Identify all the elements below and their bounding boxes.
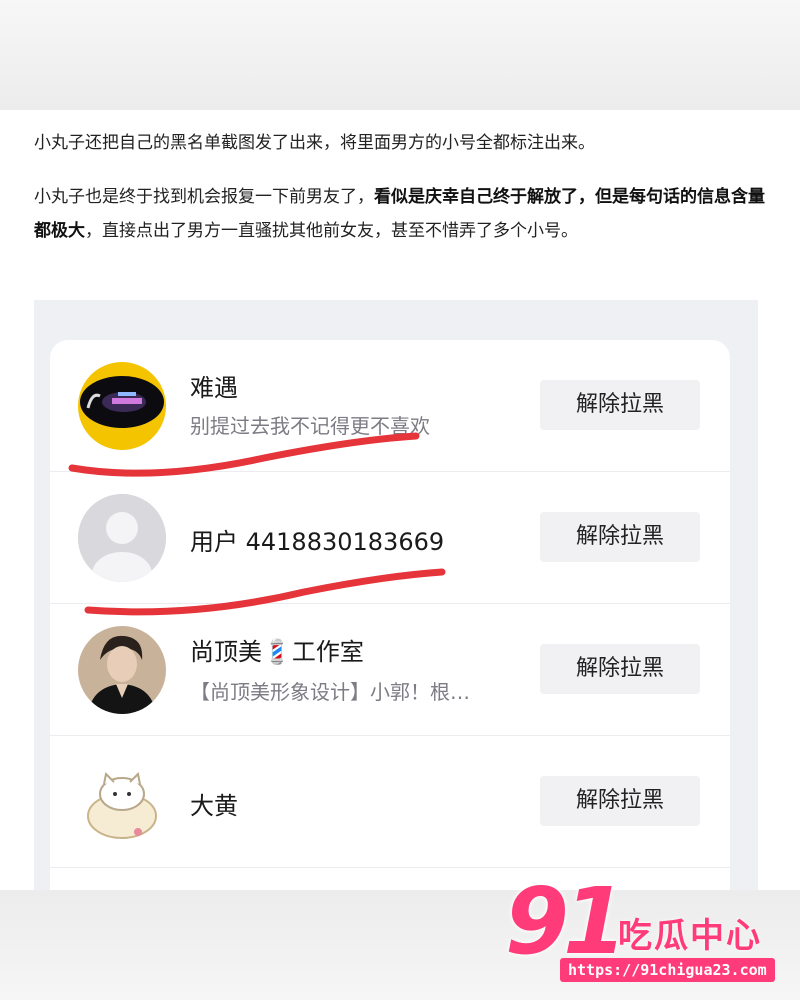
blocked-user-signature: 【尚顶美形象设计】小郭！根… bbox=[190, 680, 470, 704]
row-divider bbox=[50, 867, 730, 868]
watermark-name: 吃瓜中心 bbox=[618, 916, 762, 956]
blocklist-card: 难遇 别提过去我不记得更不喜欢 解除拉黑 用户 4418830183669 解除… bbox=[50, 340, 730, 900]
blocked-user-name: 用户 4418830183669 bbox=[190, 528, 445, 556]
blocked-user-name: 难遇 bbox=[190, 374, 238, 402]
article-paragraph-1: 小丸子还把自己的黑名单截图发了出来，将里面男方的小号全都标注出来。 bbox=[34, 133, 595, 153]
blocklist-row: 尚顶美💈工作室 【尚顶美形象设计】小郭！根… 解除拉黑 bbox=[50, 604, 730, 736]
para2-text-a: 小丸子也是终于找到机会报复一下前男友了， bbox=[34, 187, 374, 207]
blocklist-screenshot: 难遇 别提过去我不记得更不喜欢 解除拉黑 用户 4418830183669 解除… bbox=[34, 300, 758, 900]
blocked-user-name: 尚顶美💈工作室 bbox=[190, 638, 364, 666]
blocked-user-name: 大黄 bbox=[190, 792, 238, 820]
cartoon-cat-avatar bbox=[78, 758, 166, 846]
unblock-button[interactable]: 解除拉黑 bbox=[540, 644, 700, 694]
blocked-user-signature: 别提过去我不记得更不喜欢 bbox=[190, 414, 430, 438]
watermark-url: https://91chigua23.com bbox=[560, 958, 775, 982]
unblock-button[interactable]: 解除拉黑 bbox=[540, 776, 700, 826]
top-blur-band bbox=[0, 0, 800, 110]
blocklist-row: 大黄 解除拉黑 bbox=[50, 736, 730, 868]
default-user-avatar bbox=[78, 494, 166, 582]
unblock-button[interactable]: 解除拉黑 bbox=[540, 380, 700, 430]
man-photo-avatar bbox=[78, 626, 166, 714]
para2-text-b: ，直接点出了男方一直骚扰其他前女友，甚至不惜弄了多个小号。 bbox=[85, 221, 578, 241]
night-photo-avatar bbox=[78, 362, 166, 450]
article-paragraph-2: 小丸子也是终于找到机会报复一下前男友了，看似是庆幸自己终于解放了，但是每句话的信… bbox=[34, 180, 766, 248]
watermark-number: 91 bbox=[505, 868, 627, 975]
blocklist-row: 用户 4418830183669 解除拉黑 bbox=[50, 472, 730, 604]
article-body: 小丸子还把自己的黑名单截图发了出来，将里面男方的小号全都标注出来。 小丸子也是终… bbox=[0, 110, 800, 900]
blocklist-row: 难遇 别提过去我不记得更不喜欢 解除拉黑 bbox=[50, 340, 730, 472]
unblock-button[interactable]: 解除拉黑 bbox=[540, 512, 700, 562]
